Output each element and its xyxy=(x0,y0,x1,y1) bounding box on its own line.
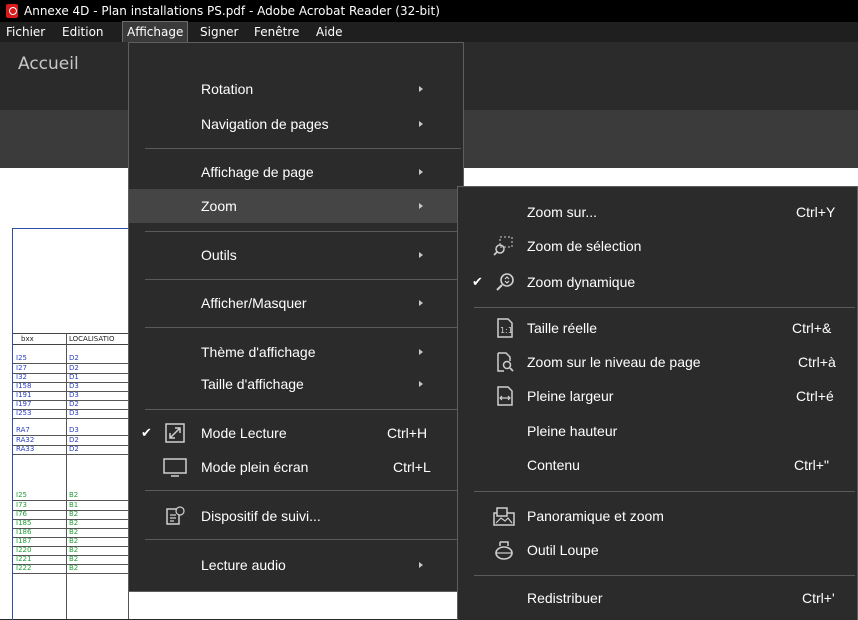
tracker-icon xyxy=(166,506,185,525)
menu-fichier[interactable]: Fichier xyxy=(2,22,49,42)
header-col-1: bxx xyxy=(21,335,34,343)
menu-item-pleine-hauteur[interactable]: Pleine hauteur xyxy=(458,414,857,448)
table-cell: I27 xyxy=(16,364,27,372)
menu-item-redistribuer[interactable]: Redistribuer Ctrl+' xyxy=(458,581,857,615)
chevron-right-icon xyxy=(419,562,423,568)
menu-item-theme-affichage[interactable]: Thème d'affichage xyxy=(129,335,463,369)
table-cell: I222 xyxy=(16,564,32,572)
chevron-right-icon xyxy=(419,169,423,175)
full-screen-icon xyxy=(163,458,187,477)
table-cell: I25 xyxy=(16,354,27,362)
menu-item-mode-lecture[interactable]: ✔ Mode Lecture Ctrl+H xyxy=(129,416,463,450)
fit-page-icon xyxy=(497,352,514,372)
menu-item-afficher-masquer[interactable]: Afficher/Masquer xyxy=(129,286,463,320)
menu-separator xyxy=(145,279,461,280)
menu-item-zoom-selection[interactable]: Zoom de sélection xyxy=(458,229,857,263)
acrobat-app-icon xyxy=(6,4,18,18)
menu-item-panoramique-zoom[interactable]: Panoramique et zoom xyxy=(458,499,857,533)
actual-size-icon: 1:1 xyxy=(497,318,513,338)
chevron-right-icon xyxy=(419,203,423,209)
menu-item-contenu[interactable]: Contenu Ctrl+" xyxy=(458,448,857,482)
table-cell: I185 xyxy=(16,519,32,527)
checkmark-icon: ✔ xyxy=(141,425,152,440)
menu-separator xyxy=(474,491,855,492)
menu-item-zoom-niveau-page[interactable]: Zoom sur le niveau de page Ctrl+à xyxy=(458,345,857,379)
affichage-menu: Rotation Navigation de pages Affichage d… xyxy=(128,42,464,592)
table-cell: I32 xyxy=(16,373,27,381)
menu-item-outil-loupe[interactable]: Outil Loupe xyxy=(458,533,857,567)
table-cell: I221 xyxy=(16,555,32,563)
chevron-right-icon xyxy=(419,349,423,355)
menu-item-rotation[interactable]: Rotation xyxy=(129,72,463,106)
chevron-right-icon xyxy=(419,381,423,387)
menu-item-pleine-largeur[interactable]: Pleine largeur Ctrl+é xyxy=(458,379,857,413)
menu-item-taille-reelle[interactable]: 1:1 Taille réelle Ctrl+& xyxy=(458,311,857,345)
menu-separator xyxy=(474,575,855,576)
menu-item-navigation-pages[interactable]: Navigation de pages xyxy=(129,107,463,141)
table-cell: RA7 xyxy=(16,426,30,434)
menu-separator xyxy=(145,148,461,149)
menu-item-mode-plein-ecran[interactable]: Mode plein écran Ctrl+L xyxy=(129,450,463,484)
chevron-right-icon xyxy=(419,252,423,258)
table-cell: I73 xyxy=(16,501,27,509)
menu-item-affichage-page[interactable]: Affichage de page xyxy=(129,155,463,189)
table-cell: I158 xyxy=(16,382,32,390)
table-cell: I220 xyxy=(16,546,32,554)
reading-mode-icon xyxy=(165,423,185,443)
menu-item-zoom-sur[interactable]: Zoom sur... Ctrl+Y xyxy=(458,195,857,229)
table-cell: RA33 xyxy=(16,445,35,453)
menu-separator xyxy=(145,539,461,540)
loupe-icon xyxy=(495,541,513,560)
menu-affichage[interactable]: Affichage xyxy=(121,21,189,43)
table-cell: I253 xyxy=(16,409,32,417)
table-cell: I25 xyxy=(16,491,27,499)
menu-signer[interactable]: Signer xyxy=(196,22,243,42)
menu-aide[interactable]: Aide xyxy=(312,22,347,42)
table-cell: I191 xyxy=(16,391,32,399)
home-tab[interactable]: Accueil xyxy=(18,54,79,74)
svg-text:1:1: 1:1 xyxy=(500,326,513,335)
table-cell: I187 xyxy=(16,537,32,545)
header-col-2: LOCALISATIO xyxy=(69,335,115,343)
table-cell: RA32 xyxy=(16,436,35,444)
menu-item-lecture-audio[interactable]: Lecture audio xyxy=(129,548,463,582)
menu-separator xyxy=(145,231,461,232)
menu-item-outils[interactable]: Outils xyxy=(129,238,463,272)
pan-zoom-icon xyxy=(493,507,515,526)
menu-separator xyxy=(145,327,461,328)
zoom-submenu: Zoom sur... Ctrl+Y Zoom de sélection ✔ Z… xyxy=(457,186,858,620)
chevron-right-icon xyxy=(419,300,423,306)
menu-item-dispositif-suivi[interactable]: Dispositif de suivi... xyxy=(129,499,463,533)
menu-edition[interactable]: Edition xyxy=(58,22,108,42)
menu-separator xyxy=(145,490,461,491)
menu-separator xyxy=(474,307,855,308)
menu-fenetre[interactable]: Fenêtre xyxy=(250,22,303,42)
window-title: Annexe 4D - Plan installations PS.pdf - … xyxy=(24,4,440,18)
menu-bar: Fichier Edition Affichage Signer Fenêtre… xyxy=(0,21,858,43)
chevron-right-icon xyxy=(419,86,423,92)
menu-item-zoom-dynamique[interactable]: ✔ Zoom dynamique xyxy=(458,265,857,299)
dynamic-zoom-icon xyxy=(496,273,514,291)
menu-separator xyxy=(145,409,461,410)
title-bar: Annexe 4D - Plan installations PS.pdf - … xyxy=(0,0,858,22)
table-cell: I76 xyxy=(16,510,27,518)
menu-item-zoom[interactable]: Zoom xyxy=(129,189,463,223)
table-cell: I197 xyxy=(16,400,32,408)
table-cell: I186 xyxy=(16,528,32,536)
fit-width-icon xyxy=(497,386,513,406)
menu-item-taille-affichage[interactable]: Taille d'affichage xyxy=(129,367,463,401)
checkmark-icon: ✔ xyxy=(472,274,483,289)
chevron-right-icon xyxy=(419,121,423,127)
marquee-zoom-icon xyxy=(493,236,513,256)
